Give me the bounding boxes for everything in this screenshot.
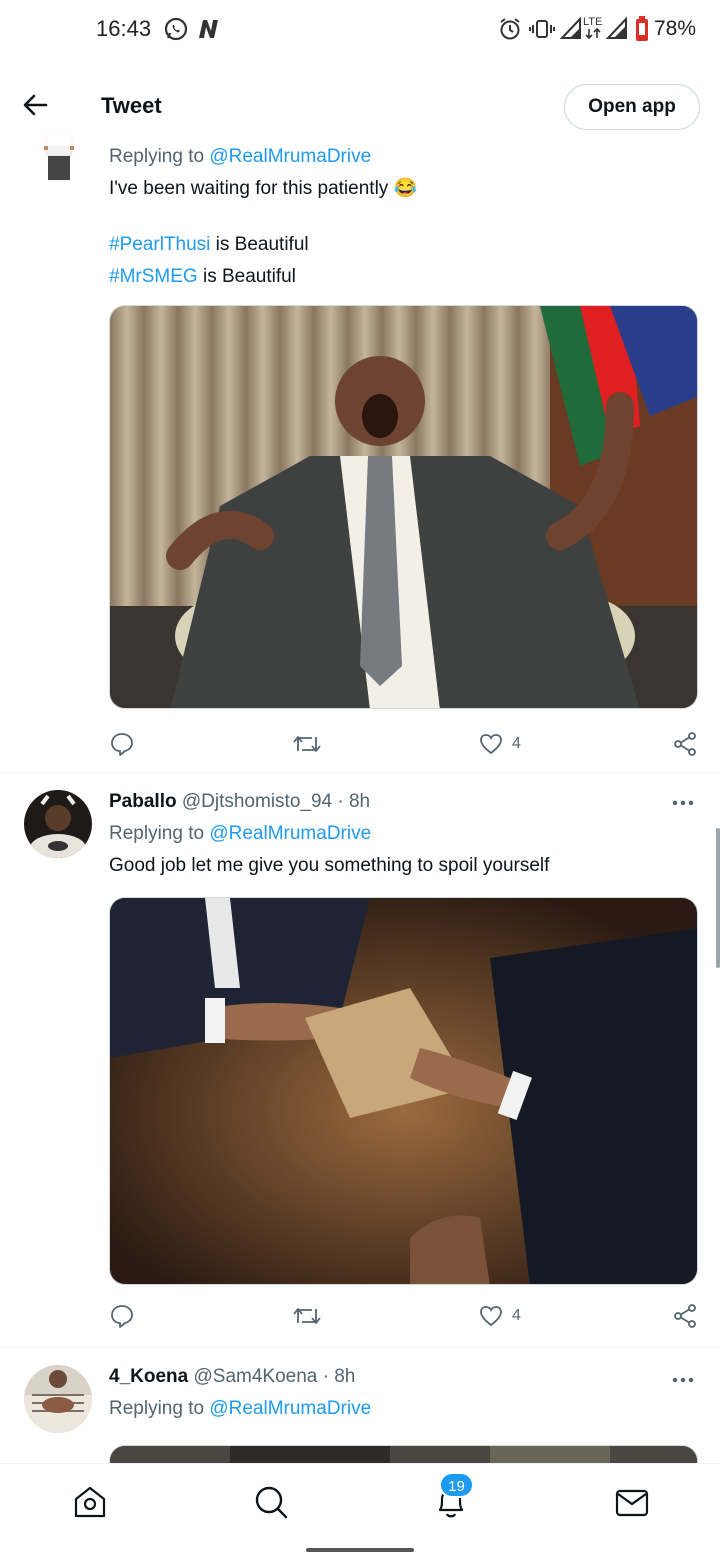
nav-messages[interactable] [612,1482,652,1522]
hashtag-suffix: is Beautiful [197,266,296,287]
search-icon [255,1486,288,1519]
like-button[interactable]: 4 [478,1301,521,1331]
tweet-1[interactable]: Replying to @RealMrumaDrive I've been wa… [0,100,720,772]
signal-icon-2 [605,16,628,45]
alarm-icon [498,16,522,47]
scrollbar[interactable] [716,828,720,968]
tweet-text: Good job let me give you something to sp… [109,855,550,876]
mail-icon [615,1489,649,1517]
hashtag-line-1: #PearlThusi is Beautiful [109,229,699,261]
reply-mention-link[interactable]: @RealMrumaDrive [209,146,371,167]
replying-prefix: Replying to [109,146,210,167]
more-dots-icon [672,800,694,806]
tweet-time: · 8h [332,791,371,812]
n-app-icon [196,16,222,47]
retweet-button[interactable] [292,1301,322,1331]
retweet-icon [293,1308,321,1324]
top-header: Tweet Open app [0,60,720,146]
reply-mention-link[interactable]: @RealMrumaDrive [209,1398,371,1419]
back-button[interactable] [20,90,54,120]
hashtag-suffix: is Beautiful [210,234,309,255]
author-name[interactable]: Paballo [109,791,177,812]
notifications-badge: 19 [439,1472,474,1498]
tweet-text: I've been waiting for this patiently 😂 [109,173,699,205]
share-button[interactable] [672,729,698,759]
lte-icon: LTE [583,14,605,47]
vibrate-icon [529,16,555,47]
tweet-1-body: Replying to @RealMrumaDrive I've been wa… [109,141,699,293]
like-button[interactable]: 4 [478,729,521,759]
reply-button[interactable] [109,1301,135,1331]
replying-prefix: Replying to [109,823,210,844]
more-options-button[interactable] [670,1370,696,1390]
share-icon [674,732,696,756]
open-app-button[interactable]: Open app [564,84,700,130]
author-name[interactable]: 4_Koena [109,1366,188,1387]
more-options-button[interactable] [670,793,696,813]
battery-icon [634,15,650,48]
home-icon [74,1486,106,1518]
tweet-2[interactable]: Paballo @Djtshomisto_94 · 8h Replying to… [0,773,720,1347]
author-handle[interactable]: @Djtshomisto_94 [182,791,332,812]
tweet-author-line: 4_Koena @Sam4Koena · 8h [109,1361,699,1393]
back-arrow-icon [23,94,48,116]
tweet-1-actions: 4 [109,729,699,759]
bottom-navigation: 19 [0,1463,720,1560]
hashtag-line-2: #MrSMEG is Beautiful [109,261,699,293]
retweet-icon [293,736,321,752]
avatar[interactable] [24,790,92,858]
signal-icon [559,16,582,45]
author-handle[interactable]: @Sam4Koena [193,1366,317,1387]
tweet-2-body: Paballo @Djtshomisto_94 · 8h Replying to… [109,786,699,882]
status-bar: 16:43 LTE 78% [0,0,720,60]
reply-button[interactable] [109,729,135,759]
share-button[interactable] [672,1301,698,1331]
hashtag-link[interactable]: #MrSMEG [109,266,198,287]
avatar[interactable] [24,1365,92,1433]
heart-icon [480,1306,502,1327]
page-title: Tweet [101,93,162,118]
nav-search[interactable] [251,1482,291,1522]
tweet-time: · 8h [317,1366,356,1387]
hashtag-link[interactable]: #PearlThusi [109,234,210,255]
home-indicator[interactable] [306,1548,414,1552]
status-time: 16:43 [96,16,152,41]
tweet-text-content: I've been waiting for this patiently [109,178,389,199]
heart-icon [480,734,502,755]
svg-text:LTE: LTE [583,16,602,28]
replying-line: Replying to @RealMrumaDrive [109,818,699,850]
tweet-author-line: Paballo @Djtshomisto_94 · 8h [109,786,699,818]
laughing-emoji: 😂 [393,178,418,199]
battery-percentage: 78% [654,17,697,40]
tweet-2-photo[interactable] [109,897,698,1285]
more-dots-icon [672,1377,694,1383]
share-icon [674,1304,696,1328]
like-count: 4 [512,1307,521,1324]
replying-line: Replying to @RealMrumaDrive [109,1393,699,1425]
nav-home[interactable] [70,1482,110,1522]
retweet-button[interactable] [292,729,322,759]
replying-prefix: Replying to [109,1398,210,1419]
reply-icon [111,733,133,756]
like-count: 4 [512,735,521,752]
tweet-3[interactable]: 4_Koena @Sam4Koena · 8h Replying to @Rea… [0,1348,720,1463]
reply-mention-link[interactable]: @RealMrumaDrive [209,823,371,844]
tweet-2-actions: 4 [109,1301,699,1331]
reply-icon [111,1305,133,1328]
tweet-3-body: 4_Koena @Sam4Koena · 8h Replying to @Rea… [109,1361,699,1425]
tweet-1-photo[interactable] [109,305,698,709]
whatsapp-icon [163,16,189,47]
tweet-3-photo[interactable] [109,1445,698,1463]
